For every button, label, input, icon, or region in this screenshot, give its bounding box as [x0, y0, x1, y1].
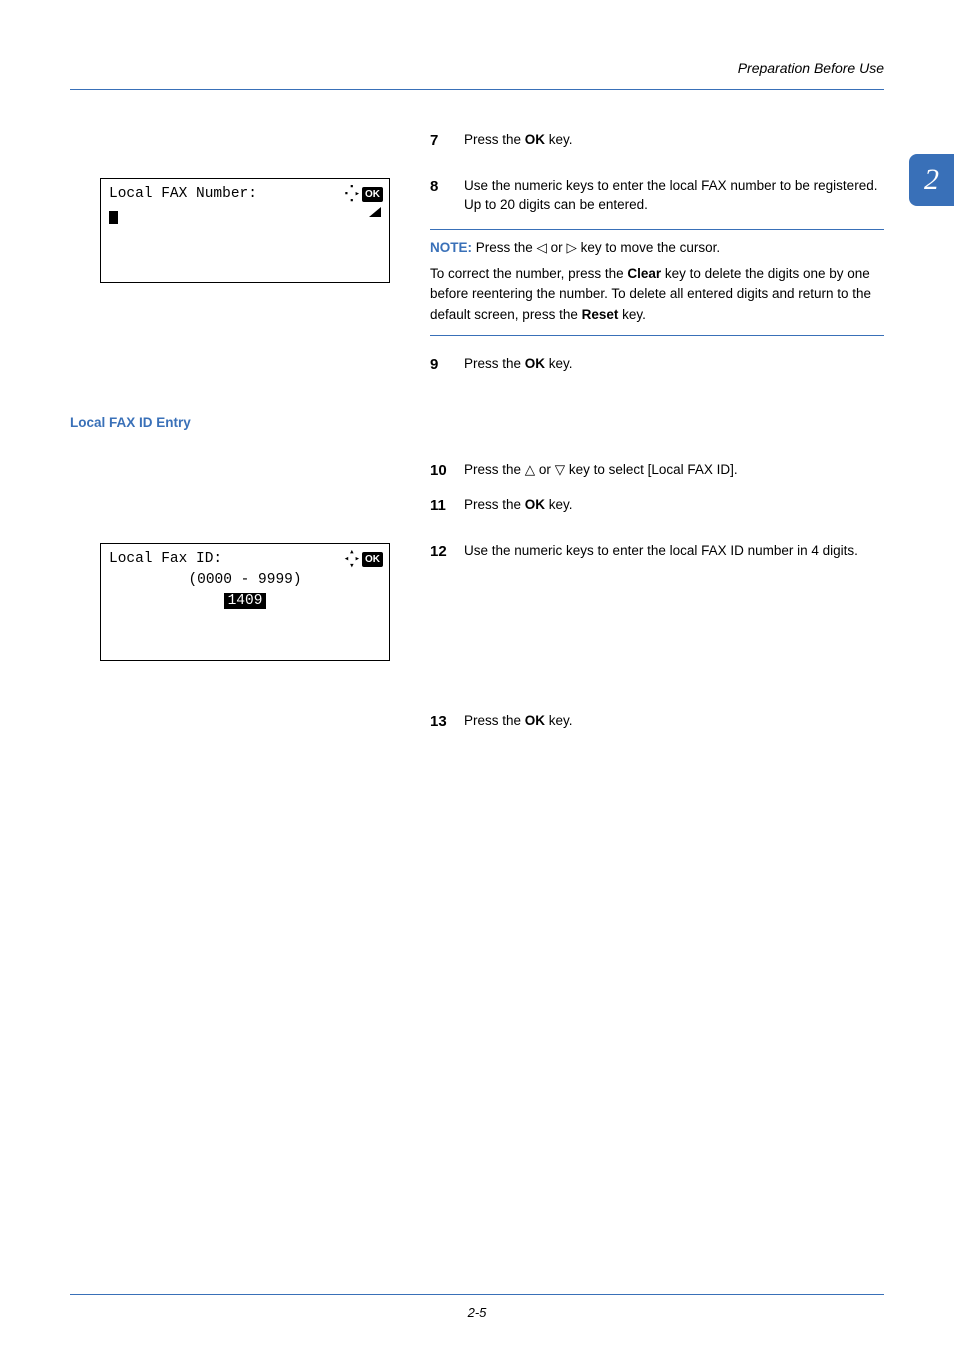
- step-num: 9: [430, 354, 464, 376]
- ok-icon: OK: [362, 187, 383, 202]
- step-text: Use the numeric keys to enter the local …: [464, 176, 884, 215]
- chapter-tab: 2: [909, 154, 954, 206]
- step-11: 11 Press the OK key.: [430, 495, 884, 517]
- step-text: Press the OK key.: [464, 130, 884, 152]
- page-number: 2-5: [0, 1305, 954, 1320]
- note-block: NOTE: Press the ◁ or ▷ key to move the c…: [430, 238, 884, 258]
- step-7: 7 Press the OK key.: [430, 130, 884, 152]
- lcd-title: Local Fax ID:: [109, 551, 222, 567]
- step-8: 8 Use the numeric keys to enter the loca…: [430, 176, 884, 215]
- note-rule: [430, 229, 884, 230]
- step-text: Use the numeric keys to enter the local …: [464, 541, 884, 563]
- lcd-title: Local FAX Number:: [109, 186, 257, 202]
- step-num: 10: [430, 460, 464, 482]
- lcd-value: 1409: [109, 592, 381, 611]
- step-10: 10 Press the △ or ▽ key to select [Local…: [430, 460, 884, 482]
- step-9: 9 Press the OK key.: [430, 354, 884, 376]
- signal-icon: [369, 207, 381, 217]
- running-header: Preparation Before Use: [738, 60, 884, 76]
- ok-icon: OK: [362, 552, 383, 567]
- lcd-fax-id: Local Fax ID: ▴◂ ▸▾ OK (0000 - 9999) 140…: [100, 543, 390, 661]
- step-text: Press the OK key.: [464, 495, 884, 517]
- footer-rule: [70, 1294, 884, 1295]
- step-num: 13: [430, 711, 464, 733]
- step-12: 12 Use the numeric keys to enter the loc…: [430, 541, 884, 563]
- step-num: 8: [430, 176, 464, 215]
- lcd-fax-number: Local FAX Number: ▪ ▪ ▸ ▪ OK: [100, 178, 390, 283]
- step-13: 13 Press the OK key.: [430, 711, 884, 733]
- header-rule: [70, 89, 884, 90]
- note-label: NOTE:: [430, 240, 476, 255]
- section-heading-local-fax-id: Local FAX ID Entry: [70, 415, 884, 430]
- step-text: Press the △ or ▽ key to select [Local FA…: [464, 460, 884, 482]
- step-num: 7: [430, 130, 464, 152]
- dpad-icon: ▪ ▪ ▸ ▪: [344, 184, 360, 205]
- step-num: 12: [430, 541, 464, 563]
- cursor-icon: [109, 211, 118, 224]
- note-rule: [430, 335, 884, 336]
- lcd-range: (0000 - 9999): [109, 571, 381, 590]
- step-text: Press the OK key.: [464, 711, 884, 733]
- step-num: 11: [430, 495, 464, 517]
- note-body: To correct the number, press the Clear k…: [430, 264, 884, 325]
- dpad-icon: ▴◂ ▸▾: [344, 549, 360, 570]
- step-text: Press the OK key.: [464, 354, 884, 376]
